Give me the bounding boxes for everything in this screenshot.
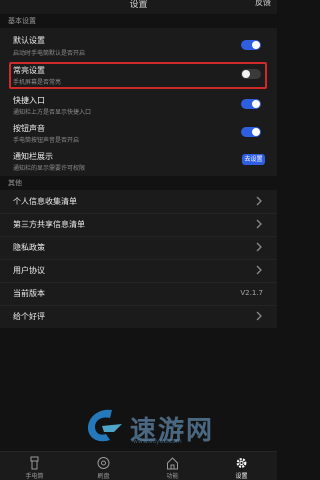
section-label-basic: 基本设置 xyxy=(8,17,36,25)
nav-function[interactable]: 功能 xyxy=(138,452,207,480)
gear-icon xyxy=(236,458,247,468)
setting-title: 快捷入口 xyxy=(13,96,45,105)
setting-desc: 通知栏上方是否显示快捷入口 xyxy=(13,109,92,116)
settings-card: 默认设置 启动时手电筒默认是否开启 常亮设置 手机屏幕是否常亮 快捷入口 通知栏… xyxy=(0,28,277,176)
dial-icon xyxy=(97,457,110,469)
shortcut-toggle[interactable] xyxy=(241,99,261,109)
list-item-version: 当前版本 V2.1.7 xyxy=(0,282,277,305)
page-title: 设置 xyxy=(129,0,148,10)
chevron-right-icon xyxy=(256,196,262,206)
bottom-nav: 手电筒 刷盘 功能 设置 xyxy=(0,451,277,480)
chevron-right-icon xyxy=(256,265,262,275)
setting-title: 默认设置 xyxy=(13,36,45,45)
chevron-right-icon xyxy=(256,311,262,321)
list-item-user-agreement[interactable]: 用户协议 xyxy=(0,259,277,282)
setting-row-notification[interactable]: 通知栏展示 通知栏的显示需要许可权限 去设置 xyxy=(0,148,277,174)
nav-label: 手电筒 xyxy=(25,473,44,480)
home-icon xyxy=(167,457,178,470)
nav-label: 功能 xyxy=(166,473,179,480)
watermark-url: www.suyou.com xyxy=(133,438,182,445)
button-sound-toggle[interactable] xyxy=(241,127,261,137)
list-item-label: 当前版本 xyxy=(13,289,45,298)
watermark-logo-icon xyxy=(88,409,122,442)
setting-desc: 启动时手电筒默认是否开启 xyxy=(13,50,86,57)
list-item-label: 用户协议 xyxy=(13,266,45,275)
setting-row-button-sound[interactable]: 按钮声音 手电筒按钮声音是否开启 xyxy=(0,120,277,146)
list-item-label: 第三方共享信息清单 xyxy=(13,220,85,229)
watermark: 速游网 www.suyou.com xyxy=(82,404,232,448)
setting-desc: 通知栏的显示需要许可权限 xyxy=(13,165,86,172)
go-settings-button[interactable]: 去设置 xyxy=(242,154,265,165)
setting-row-default[interactable]: 默认设置 启动时手电筒默认是否开启 xyxy=(0,32,277,58)
nav-dial[interactable]: 刷盘 xyxy=(69,452,138,480)
list-item-personal-info[interactable]: 个人信息收集清单 xyxy=(0,190,277,213)
list-item-label: 给个好评 xyxy=(13,312,45,321)
nav-flashlight[interactable]: 手电筒 xyxy=(0,452,69,480)
section-label-other: 其他 xyxy=(8,179,22,187)
list-item-label: 隐私政策 xyxy=(13,243,45,252)
chevron-right-icon xyxy=(256,242,262,252)
list-item-privacy[interactable]: 隐私政策 xyxy=(0,236,277,259)
setting-row-shortcut[interactable]: 快捷入口 通知栏上方是否显示快捷入口 xyxy=(0,92,277,118)
top-bar: 设置 反馈 xyxy=(0,0,277,14)
other-card: 个人信息收集清单 第三方共享信息清单 隐私政策 用户协议 当前版本 V2.1.7… xyxy=(0,190,277,328)
list-item-rate[interactable]: 给个好评 xyxy=(0,305,277,328)
setting-title: 通知栏展示 xyxy=(13,152,53,161)
setting-title: 按钮声音 xyxy=(13,124,45,133)
default-toggle[interactable] xyxy=(241,40,261,50)
chevron-right-icon xyxy=(256,219,262,229)
setting-desc: 手电筒按钮声音是否开启 xyxy=(13,137,80,144)
nav-label: 刷盘 xyxy=(97,473,110,480)
flashlight-icon xyxy=(30,456,39,470)
list-item-third-party[interactable]: 第三方共享信息清单 xyxy=(0,213,277,236)
list-item-label: 个人信息收集清单 xyxy=(13,197,77,206)
nav-label: 设置 xyxy=(235,473,248,480)
highlight-box xyxy=(9,62,267,89)
nav-settings[interactable]: 设置 xyxy=(207,452,276,480)
version-value: V2.1.7 xyxy=(240,289,263,297)
feedback-link[interactable]: 反馈 xyxy=(255,0,271,8)
